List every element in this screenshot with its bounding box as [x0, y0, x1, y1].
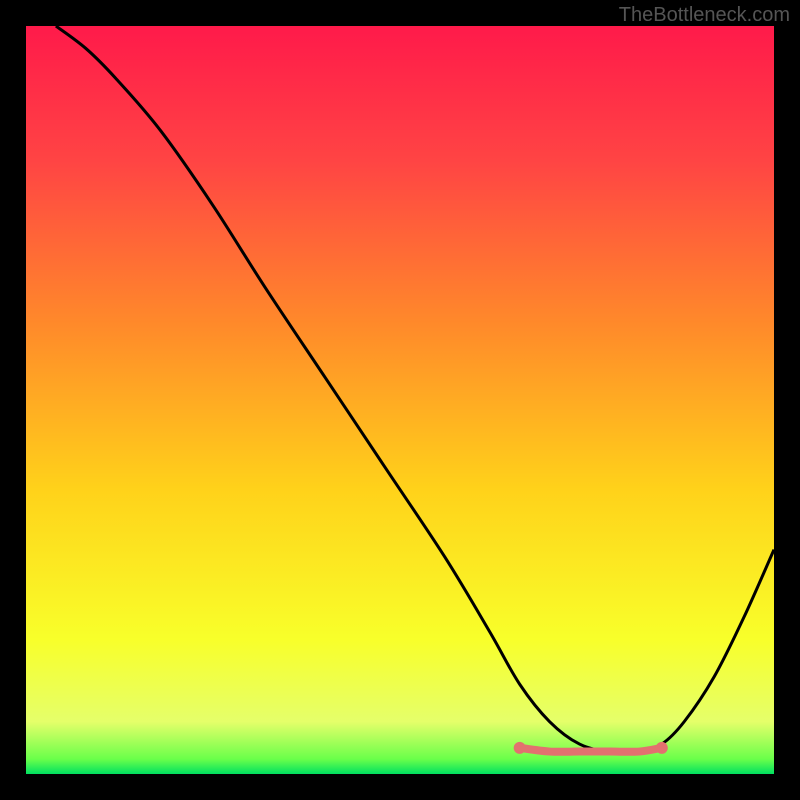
plot-area: [26, 26, 774, 774]
marker-curve-path: [520, 748, 662, 752]
watermark-text: TheBottleneck.com: [619, 4, 790, 27]
chart-curve: [26, 26, 774, 774]
main-curve-path: [56, 26, 774, 752]
